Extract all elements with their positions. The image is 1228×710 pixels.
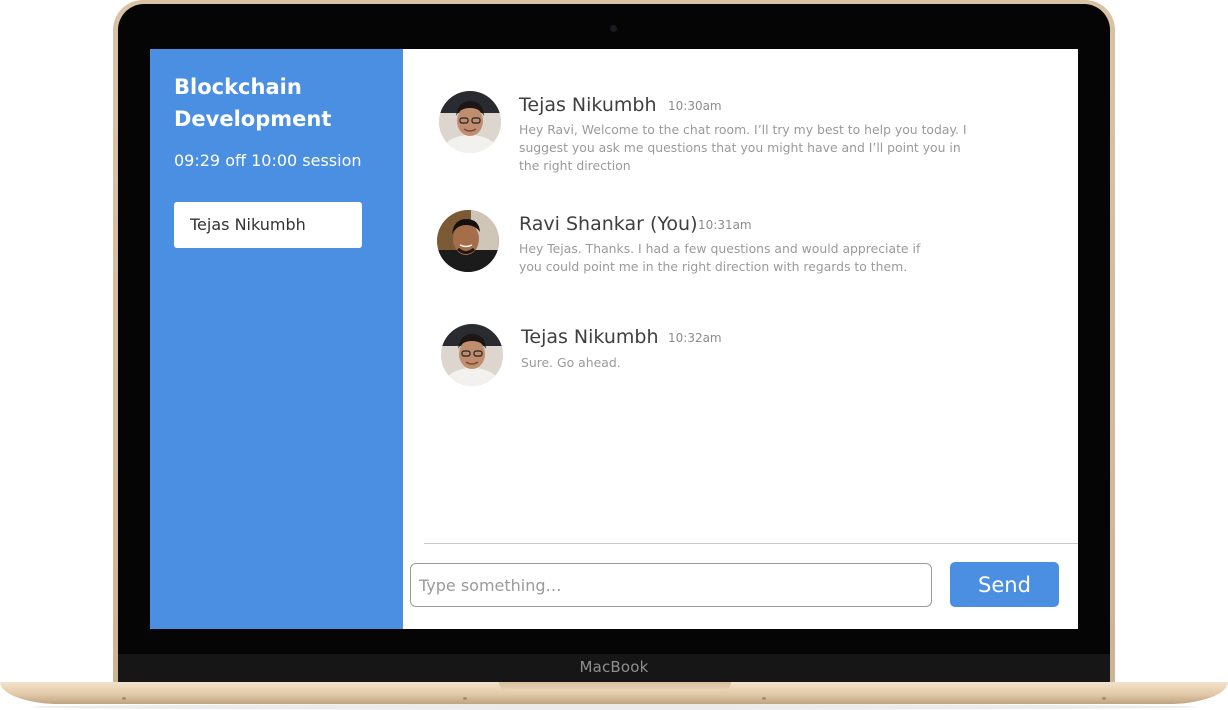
composer-divider — [424, 543, 1078, 544]
laptop-foot — [122, 697, 126, 700]
user-avatar-ravi — [437, 210, 499, 272]
laptop-foot — [1102, 697, 1106, 700]
send-button[interactable]: Send — [950, 562, 1059, 607]
message-input[interactable] — [410, 563, 932, 607]
laptop-foot — [463, 697, 467, 700]
participant-item[interactable]: Tejas Nikumbh — [174, 202, 362, 248]
message-text: Hey Ravi, Welcome to the chat room. I’ll… — [519, 122, 967, 173]
device-brand-label: MacBook — [579, 658, 649, 676]
session-time: 09:29 off 10:00 session — [174, 151, 362, 170]
laptop-foot — [762, 697, 766, 700]
chat-area: Tejas Nikumbh 10:30am Hey Ravi, Welcome … — [403, 49, 1078, 629]
user-avatar-tejas — [441, 324, 503, 386]
message-text: Hey Tejas. Thanks. I had a few questions… — [519, 241, 921, 274]
camera-icon — [610, 25, 617, 32]
laptop-shadow — [30, 704, 1198, 710]
message-text: Sure. Go ahead. — [521, 355, 621, 370]
laptop-hinge-notch — [499, 682, 731, 691]
app-screen: Blockchain Development 09:29 off 10:00 s… — [150, 49, 1078, 629]
session-title: Blockchain Development — [174, 75, 332, 131]
message-time: 10:31am — [698, 218, 752, 232]
message-time: 10:30am — [668, 99, 722, 113]
session-sidebar: Blockchain Development 09:29 off 10:00 s… — [150, 49, 403, 629]
message-author: Tejas Nikumbh — [519, 94, 657, 116]
user-avatar-tejas — [439, 91, 501, 153]
message-author: Ravi Shankar (You) — [519, 213, 698, 235]
message-author: Tejas Nikumbh — [521, 326, 659, 348]
message-time: 10:32am — [668, 331, 722, 345]
